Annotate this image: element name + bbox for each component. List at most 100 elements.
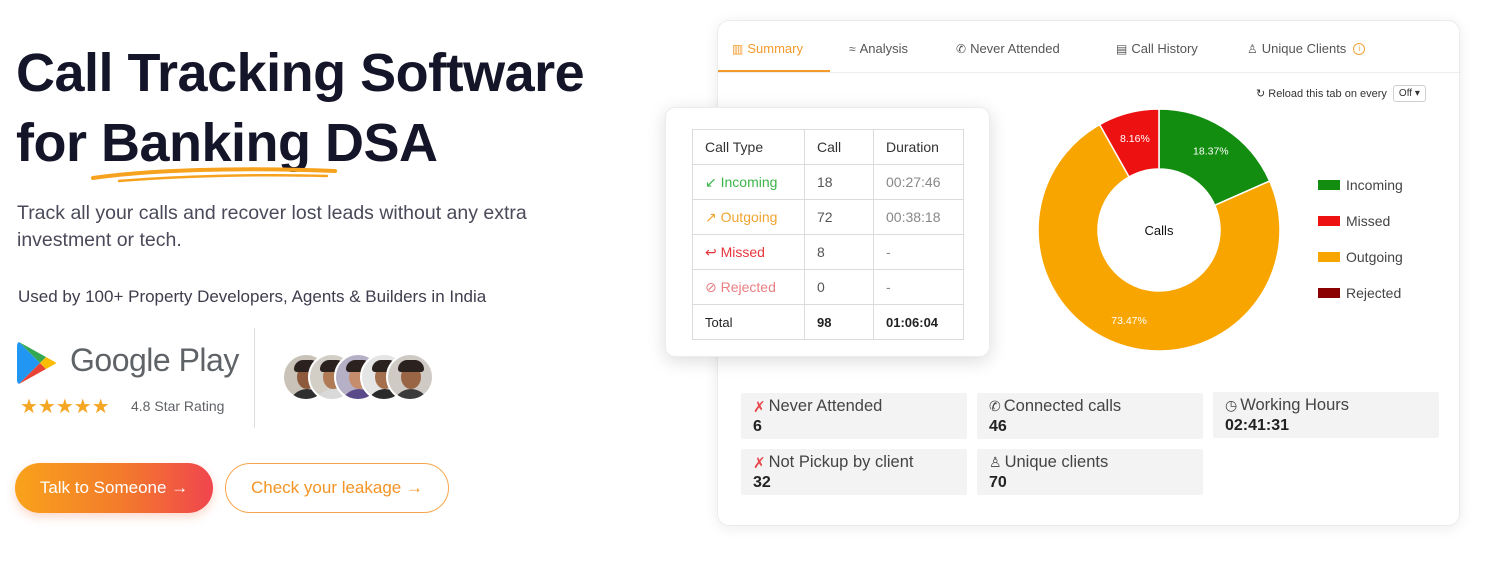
hero-title-line1: Call Tracking Software xyxy=(16,43,585,103)
table-row: ↙ Incoming 18 00:27:46 xyxy=(692,164,964,200)
tab-never-attended[interactable]: ✆ Never Attended xyxy=(956,41,1060,56)
table-row: ↩ Missed 8- xyxy=(692,234,964,270)
info-icon[interactable]: i xyxy=(1353,42,1366,55)
legend-label: Outgoing xyxy=(1346,249,1403,265)
active-tab-indicator xyxy=(718,70,830,72)
tab-summary[interactable]: ▥ Summary xyxy=(732,41,803,56)
duration-cell: - xyxy=(873,234,964,270)
user-icon: ♙ xyxy=(989,454,1002,470)
tab-label: Never Attended xyxy=(970,41,1060,56)
call-summary-card: Call Type Call Duration ↙ Incoming 18 00:2… xyxy=(665,107,990,357)
call-direction-icon: ↩ xyxy=(705,243,717,260)
table-total-row: Total 98 01:06:04 xyxy=(692,304,964,340)
duration-cell: 00:38:18 xyxy=(873,199,964,235)
tab-label: Call History xyxy=(1131,41,1198,56)
tab-call-history[interactable]: ▤ Call History xyxy=(1116,41,1198,56)
calls-donut-chart: 18.37% 73.47% 8.16% Calls xyxy=(1037,108,1281,352)
slice-data-label: 73.47% xyxy=(1111,315,1147,327)
call-count-cell: 18 xyxy=(804,164,874,200)
rating-text: 4.8 Star Rating xyxy=(131,398,225,414)
stat-working-hours[interactable]: ◷ Working Hours 02:41:31 xyxy=(1213,392,1439,438)
reload-interval-select[interactable]: Off ▾ xyxy=(1392,85,1426,102)
stat-label: Unique clients xyxy=(1004,453,1109,471)
column-header: Call xyxy=(804,129,874,165)
used-by-text: Used by 100+ Property Developers, Agents… xyxy=(18,287,487,306)
call-type-cell: ↩ Missed xyxy=(692,234,805,270)
table-header-row: Call Type Call Duration xyxy=(692,129,964,165)
call-direction-icon: ↙ xyxy=(705,173,717,190)
legend-item[interactable]: Incoming xyxy=(1318,167,1403,203)
tab-label: Summary xyxy=(747,41,803,56)
table-row: ↗ Outgoing 72 00:38:18 xyxy=(692,199,964,235)
star-rating-icon: ★★★★★ xyxy=(20,396,110,418)
dashboard-tabs: ▥ Summary ≈ Analysis ✆ Never Attended ▤ … xyxy=(718,21,1461,73)
stat-value: 70 xyxy=(989,474,1007,491)
slice-data-label: 18.37% xyxy=(1193,145,1229,157)
divider xyxy=(254,328,255,428)
check-leakage-button[interactable]: Check your leakage → xyxy=(225,463,449,513)
legend-item[interactable]: Rejected xyxy=(1318,275,1403,311)
tab-analysis[interactable]: ≈ Analysis xyxy=(849,41,908,56)
call-count-cell: 8 xyxy=(804,234,874,270)
stat-label: Never Attended xyxy=(768,397,883,415)
duration-cell: - xyxy=(873,269,964,305)
call-type-label: Outgoing xyxy=(720,208,778,225)
legend-item[interactable]: Missed xyxy=(1318,203,1403,239)
total-call-cell: 98 xyxy=(804,304,874,340)
hero-title-highlight-wrap: Banking xyxy=(91,108,337,183)
call-type-label: Incoming xyxy=(720,173,778,190)
legend-label: Missed xyxy=(1346,213,1391,229)
google-play-icon xyxy=(17,342,56,384)
hero-subtitle: Track all your calls and recover lost le… xyxy=(17,202,527,251)
stat-value: 02:41:31 xyxy=(1225,417,1290,434)
stat-never-attended[interactable]: ✗ Never Attended 6 xyxy=(741,393,967,439)
stat-label: Working Hours xyxy=(1240,396,1350,414)
reload-label: ↻ Reload this tab on every xyxy=(1256,87,1387,100)
stat-value: 32 xyxy=(753,474,771,491)
chevron-down-icon: ▾ xyxy=(1414,88,1420,99)
call-count-cell: 72 xyxy=(804,199,874,235)
stat-unique-clients[interactable]: ♙ Unique clients 70 xyxy=(977,449,1203,495)
missed-call-icon: ✗ xyxy=(753,398,766,416)
legend-item[interactable]: Outgoing xyxy=(1318,239,1403,275)
reload-label-text: Reload this tab on every xyxy=(1268,88,1387,100)
refresh-icon: ↻ xyxy=(1256,88,1266,100)
call-count-cell: 0 xyxy=(804,269,874,305)
reload-interval-value: Off xyxy=(1398,88,1413,99)
column-header: Call Type xyxy=(692,129,805,165)
tab-label: Analysis xyxy=(859,41,909,56)
slice-data-label: 8.16% xyxy=(1120,133,1150,145)
google-play-badge[interactable]: Google Play ★★★★★ 4.8 Star Rating xyxy=(16,338,246,428)
call-type-label: Missed xyxy=(720,243,765,260)
missed-call-icon: ✗ xyxy=(753,454,766,472)
stat-connected-calls[interactable]: ✆ Connected calls 46 xyxy=(977,393,1203,439)
tab-unique-clients[interactable]: ♙ Unique Clients i xyxy=(1247,41,1366,56)
stat-not-pickup[interactable]: ✗ Not Pickup by client 32 xyxy=(741,449,967,495)
stat-value: 46 xyxy=(989,418,1007,435)
google-play-label: Google Play xyxy=(70,342,239,378)
legend-swatch xyxy=(1318,288,1340,298)
duration-cell: 00:27:46 xyxy=(873,164,964,200)
clock-icon: ◷ xyxy=(1225,397,1238,413)
legend-label: Incoming xyxy=(1346,177,1403,193)
user-icon: ♙ xyxy=(1247,41,1258,56)
reload-control: ↻ Reload this tab on every Off ▾ xyxy=(1256,85,1426,102)
chart-center-label: Calls xyxy=(1145,223,1174,238)
talk-to-someone-button[interactable]: Talk to Someone → xyxy=(15,463,213,513)
call-type-cell: ⊘ Rejected xyxy=(692,269,805,305)
legend-swatch xyxy=(1318,216,1340,226)
phone-off-icon: ✆ xyxy=(956,41,967,56)
avatar xyxy=(386,353,434,401)
stat-value: 6 xyxy=(753,418,762,435)
trend-icon: ≈ xyxy=(849,41,856,56)
call-type-cell: ↙ Incoming xyxy=(692,164,805,200)
call-summary-table: Call Type Call Duration ↙ Incoming 18 00:2… xyxy=(692,129,964,340)
total-duration-cell: 01:06:04 xyxy=(873,304,964,340)
hero-title: Call Tracking Software for Banking DSA xyxy=(16,38,585,183)
legend-swatch xyxy=(1318,180,1340,190)
call-direction-icon: ↗ xyxy=(705,208,717,225)
legend-label: Rejected xyxy=(1346,285,1402,301)
total-label-cell: Total xyxy=(692,304,805,340)
stat-label: Connected calls xyxy=(1003,397,1122,415)
chart-legend: Incoming Missed Outgoing Rejected xyxy=(1318,167,1403,311)
